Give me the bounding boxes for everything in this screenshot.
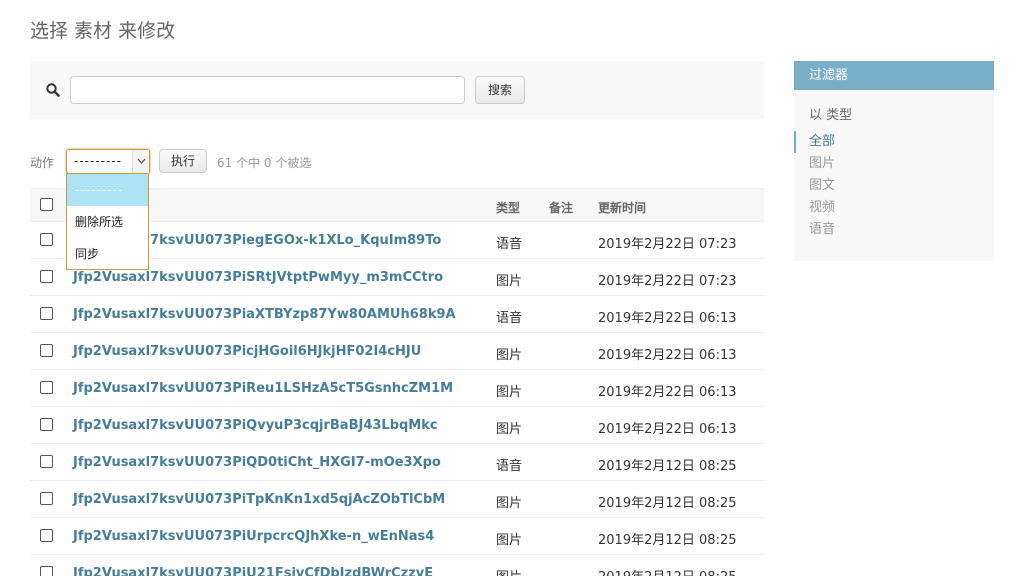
filter-item-news[interactable]: 图文 xyxy=(794,175,994,197)
row-type: 图片 xyxy=(496,566,522,576)
header-time[interactable]: 更新时间 xyxy=(598,199,646,216)
row-type: 语音 xyxy=(496,237,523,252)
search-icon xyxy=(46,82,60,97)
table-row: Jfp2Vusaxl7ksvUU073PiReu1LSHzA5cT5GsnhcZ… xyxy=(30,370,764,407)
actions-bar: 动作 --------- 执行 61 个中 0 个被选 xyxy=(30,149,764,175)
header-note[interactable]: 备注 xyxy=(549,199,573,216)
page-title: 选择 素材 来修改 xyxy=(30,20,176,42)
row-link[interactable]: Jfp2Vusaxl7ksvUU073PicjHGoil6HJkjHF02I4c… xyxy=(73,344,421,359)
dropdown-option-sync[interactable]: 同步 xyxy=(67,238,148,270)
table-row: Jfp2Vusaxl7ksvUU073PiQD0tiCht_HXGI7-mOe3… xyxy=(30,444,764,481)
row-checkbox[interactable] xyxy=(40,529,53,542)
row-link[interactable]: Jfp2Vusaxl7ksvUU073PiQD0tiCht_HXGI7-mOe3… xyxy=(73,455,441,470)
row-time: 2019年2月22日 07:23 xyxy=(598,274,737,289)
row-time: 2019年2月12日 08:25 xyxy=(598,459,737,474)
row-checkbox[interactable] xyxy=(40,566,53,576)
row-time: 2019年2月12日 08:25 xyxy=(598,496,737,511)
row-type: 图片 xyxy=(496,348,523,363)
chevron-down-icon[interactable] xyxy=(132,150,149,173)
filter-item-voice[interactable]: 语音 xyxy=(794,219,994,241)
search-button[interactable]: 搜索 xyxy=(475,76,525,104)
search-bar: 搜索 xyxy=(30,61,764,119)
row-checkbox[interactable] xyxy=(40,455,53,468)
dropdown-option-delete[interactable]: 删除所选 xyxy=(67,206,148,238)
row-link[interactable]: Jfp2Vusaxl7ksvUU073PiUrpcrcQJhXke-n_wEnN… xyxy=(73,529,434,544)
row-checkbox[interactable] xyxy=(40,381,53,394)
action-select-value: --------- xyxy=(74,154,122,168)
row-time: 2019年2月12日 08:25 xyxy=(598,533,737,548)
row-type: 图片 xyxy=(496,533,523,548)
row-checkbox[interactable] xyxy=(40,492,53,505)
row-link[interactable]: Jfp2Vusaxl7ksvUU073PiQvyuP3cqjrBaBJ43Lbq… xyxy=(73,418,438,433)
row-type: 图片 xyxy=(496,274,523,289)
table-row: Jfp2Vusaxl7ksvUU073PiTpKnKn1xd5qjAcZObTl… xyxy=(30,481,764,518)
table-row: Jfp2Vusaxl7ksvUU073PiUrpcrcQJhXke-n_wEnN… xyxy=(30,518,764,555)
row-checkbox[interactable] xyxy=(40,233,53,246)
filter-subtitle: 以 类型 xyxy=(809,108,853,123)
run-button[interactable]: 执行 xyxy=(159,149,207,173)
row-type: 图片 xyxy=(496,496,523,511)
row-link[interactable]: Jfp2Vusaxl7ksvUU073PiaXTBYzp87Yw80AMUh68… xyxy=(73,307,456,322)
table-row: Jfp2Vusaxl7ksvUU073PiQvyuP3cqjrBaBJ43Lbq… xyxy=(30,407,764,444)
row-link[interactable]: Jfp2Vusaxl7ksvUU073PiSRtJVtptPwMyy_m3mCC… xyxy=(73,270,443,285)
row-time: 2019年2月22日 06:13 xyxy=(598,311,737,326)
filter-item-video[interactable]: 视频 xyxy=(794,197,994,219)
filter-title: 过滤器 xyxy=(794,61,994,90)
row-time: 2019年2月22日 07:23 xyxy=(598,237,737,252)
search-input[interactable] xyxy=(70,76,465,104)
action-dropdown-menu: --------- 删除所选 同步 xyxy=(66,173,149,270)
selection-counter: 61 个中 0 个被选 xyxy=(217,156,312,170)
row-time: 2019年2月22日 06:13 xyxy=(598,422,737,437)
actions-label: 动作 xyxy=(30,156,55,170)
row-type: 语音 xyxy=(496,311,523,326)
filter-item-image[interactable]: 图片 xyxy=(794,153,994,175)
row-time: 2019年2月22日 06:13 xyxy=(598,348,737,363)
row-time: 2019年2月12日 08:25 xyxy=(598,566,737,576)
filter-list: 全部 图片 图文 视频 语音 xyxy=(794,131,994,241)
row-checkbox[interactable] xyxy=(40,270,53,283)
row-checkbox[interactable] xyxy=(40,344,53,357)
table-row: Jfp2Vusaxl7ksvUU073PiU21FsivCfDbJzdBWrCz… xyxy=(30,555,764,576)
action-select[interactable]: --------- xyxy=(66,149,150,174)
row-type: 图片 xyxy=(496,422,523,437)
row-type: 语音 xyxy=(496,459,523,474)
row-type: 图片 xyxy=(496,385,523,400)
row-link[interactable]: Jfp2Vusaxl7ksvUU073PiTpKnKn1xd5qjAcZObTl… xyxy=(73,492,445,507)
row-checkbox[interactable] xyxy=(40,418,53,431)
select-all-checkbox[interactable] xyxy=(40,198,53,211)
filter-item-all[interactable]: 全部 xyxy=(794,131,994,153)
row-checkbox[interactable] xyxy=(40,307,53,320)
dropdown-option-none[interactable]: --------- xyxy=(67,174,148,206)
row-link[interactable]: Jfp2Vusaxl7ksvUU073PiReu1LSHzA5cT5GsnhcZ… xyxy=(73,381,453,396)
table-row: Jfp2Vusaxl7ksvUU073PicjHGoil6HJkjHF02I4c… xyxy=(30,333,764,370)
table-row: Jfp2Vusaxl7ksvUU073PiaXTBYzp87Yw80AMUh68… xyxy=(30,296,764,333)
filter-panel: 过滤器 以 类型 全部 图片 图文 视频 语音 xyxy=(794,61,994,261)
row-link[interactable]: Jfp2Vusaxl7ksvUU073PiU21FsivCfDbJzdBWrCz… xyxy=(73,566,433,576)
header-type[interactable]: 类型 xyxy=(496,199,520,216)
row-time: 2019年2月22日 06:13 xyxy=(598,385,737,400)
